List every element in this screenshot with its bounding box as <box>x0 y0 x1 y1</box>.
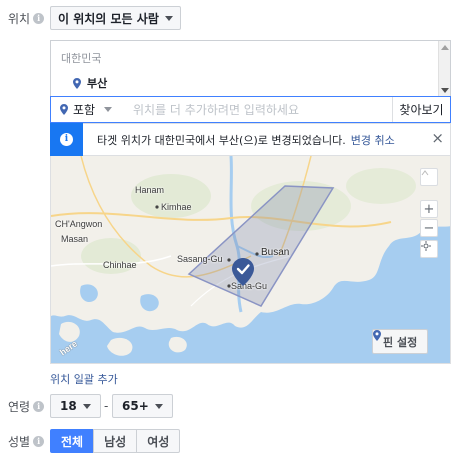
location-change-notice: i 타겟 위치가 대한민국에서 부산(으)로 변경되었습니다. 변경 취소 × <box>50 123 451 156</box>
location-pin-icon <box>373 330 381 341</box>
browse-button[interactable]: 찾아보기 <box>392 97 450 122</box>
info-icon[interactable]: i <box>33 436 45 447</box>
gender-option-female[interactable]: 여성 <box>136 429 181 453</box>
info-icon: i <box>50 123 83 156</box>
recenter-icon[interactable] <box>420 240 438 258</box>
location-map[interactable]: Hanam Kimhae CH'Angwon Masan Chinhae Bus… <box>50 156 451 364</box>
map-label-busan: Busan <box>261 247 290 258</box>
bulk-add-locations-link[interactable]: 위치 일괄 추가 <box>50 371 118 387</box>
scroll-up-icon[interactable] <box>441 45 449 50</box>
info-icon[interactable]: i <box>33 13 45 24</box>
gender-option-all[interactable]: 전체 <box>50 429 95 453</box>
caret-down-icon <box>104 107 113 112</box>
list-scrollbar[interactable] <box>438 41 450 97</box>
close-icon[interactable]: × <box>431 131 444 146</box>
map-label-sasang: Sasang-Gu <box>177 254 223 264</box>
map-marker-icon[interactable] <box>232 258 254 286</box>
map-label-chinhae: Chinhae <box>103 260 137 270</box>
age-label: 연령 i <box>8 398 45 415</box>
age-range-separator: - <box>104 399 109 413</box>
info-icon[interactable]: i <box>33 401 45 412</box>
caret-down-icon <box>164 15 173 21</box>
map-label-hanam: Hanam <box>135 185 165 195</box>
gender-label: 성별 i <box>8 433 45 450</box>
zoom-out-button[interactable]: − <box>420 219 438 237</box>
selected-locations-list: 대한민국 부산 <box>50 40 451 97</box>
age-max-dropdown[interactable]: 65+ <box>112 394 173 418</box>
audience-dropdown[interactable]: 이 위치의 모든 사람 <box>50 6 181 30</box>
location-search-input[interactable] <box>121 102 392 117</box>
undo-change-link[interactable]: 변경 취소 <box>351 134 395 147</box>
map-label-kimhae: Kimhae <box>161 202 192 212</box>
drop-pin-button[interactable]: 핀 설정 <box>372 329 429 354</box>
country-name: 대한민국 <box>61 52 102 65</box>
fullscreen-toggle-icon[interactable] <box>420 168 438 186</box>
selected-location-item[interactable]: 부산 <box>73 75 107 91</box>
location-search-row: 포함 찾아보기 <box>50 96 451 123</box>
scroll-down-icon[interactable] <box>441 88 449 93</box>
location-pin-icon <box>60 104 68 115</box>
include-exclude-selector[interactable]: 포함 <box>51 101 121 118</box>
location-pin-icon <box>73 77 81 89</box>
location-label: 위치 i <box>8 10 45 27</box>
gender-segmented-control: 전체 남성 여성 <box>50 429 181 453</box>
age-min-dropdown[interactable]: 18 <box>50 394 101 418</box>
notice-text: 타겟 위치가 대한민국에서 부산(으)로 변경되었습니다. 변경 취소 <box>97 133 395 147</box>
caret-down-icon <box>82 403 91 409</box>
gender-option-male[interactable]: 남성 <box>93 429 138 453</box>
map-label-masan: Masan <box>61 234 89 244</box>
map-label-changwon: CH'Angwon <box>55 219 103 229</box>
caret-down-icon <box>154 403 163 409</box>
zoom-in-button[interactable]: + <box>420 200 438 218</box>
